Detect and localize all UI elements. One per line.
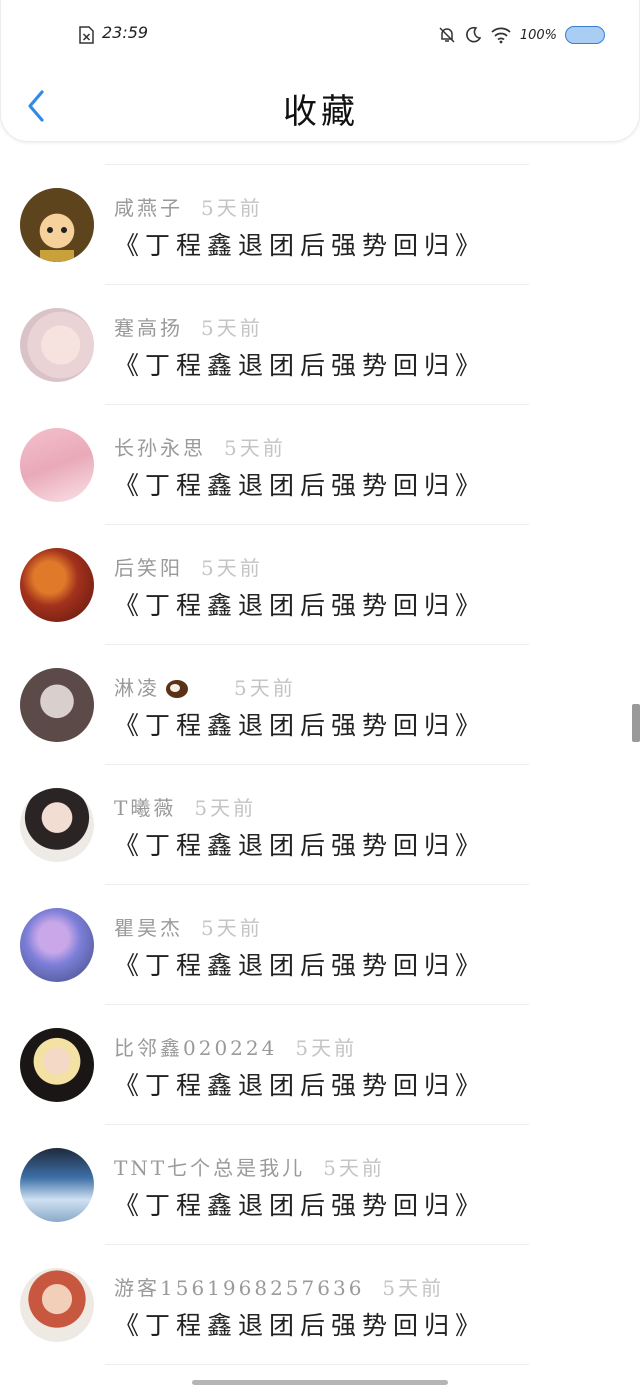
post-time: 5天前 [201, 316, 263, 340]
scrollbar-thumb[interactable] [632, 704, 640, 742]
avatar[interactable] [20, 668, 94, 742]
list-item[interactable]: 蹇高扬 5天前 《丁程鑫退团后强势回归》 [0, 284, 640, 404]
item-meta: 咸燕子 5天前 [114, 192, 263, 221]
item-title: 《丁程鑫退团后强势回归》 [114, 471, 487, 500]
item-meta: 长孙永思 5天前 [114, 432, 286, 461]
item-meta: 瞿昊杰 5天前 [114, 912, 263, 941]
status-bar: 23:59 100% [1, 0, 640, 70]
wifi-icon [490, 26, 512, 44]
item-title: 《丁程鑫退团后强势回归》 [114, 1191, 487, 1220]
nav-bar: 收藏 [1, 70, 640, 142]
divider [105, 164, 529, 165]
item-title: 《丁程鑫退团后强势回归》 [114, 711, 487, 740]
moon-icon [464, 26, 482, 44]
list-item[interactable]: 游客1561968257636 5天前 《丁程鑫退团后强势回归》 [0, 1244, 640, 1364]
list-item[interactable]: T曦薇 5天前 《丁程鑫退团后强势回归》 [0, 764, 640, 884]
avatar[interactable] [20, 188, 94, 262]
item-meta: 后笑阳 5天前 [114, 552, 263, 581]
list-item[interactable]: 后笑阳 5天前 《丁程鑫退团后强势回归》 [0, 524, 640, 644]
page-title: 收藏 [283, 92, 359, 132]
post-time: 5天前 [295, 1036, 358, 1060]
user-name: 游客1561968257636 [114, 1276, 365, 1300]
avatar[interactable] [20, 1268, 94, 1342]
user-name: 后笑阳 [114, 556, 183, 580]
list-item[interactable]: 淋凌 5天前 《丁程鑫退团后强势回归》 [0, 644, 640, 764]
user-name: T曦薇 [114, 796, 177, 820]
avatar[interactable] [20, 548, 94, 622]
post-time: 5天前 [224, 436, 286, 460]
post-time: 5天前 [201, 556, 263, 580]
avatar[interactable] [20, 428, 94, 502]
item-meta: T曦薇 5天前 [114, 792, 256, 821]
user-name: 淋凌 [114, 676, 160, 700]
avatar[interactable] [20, 788, 94, 862]
divider [105, 1244, 529, 1245]
list-item[interactable]: 瞿昊杰 5天前 《丁程鑫退团后强势回归》 [0, 884, 640, 1004]
item-meta: 比邻鑫020224 5天前 [114, 1032, 357, 1061]
divider [105, 1364, 529, 1365]
user-name: 长孙永思 [114, 436, 206, 460]
divider [105, 524, 529, 525]
favorites-list: 咸燕子 5天前 《丁程鑫退团后强势回归》 蹇高扬 5天前 《丁程鑫退团后强势回归》 … [0, 164, 640, 1384]
avatar[interactable] [20, 1148, 94, 1222]
item-meta: 游客1561968257636 5天前 [114, 1272, 444, 1301]
list-item[interactable]: TNT七个总是我儿 5天前 《丁程鑫退团后强势回归》 [0, 1124, 640, 1244]
item-title: 《丁程鑫退团后强势回归》 [114, 1311, 487, 1340]
divider [105, 884, 529, 885]
user-name: TNT七个总是我儿 [114, 1156, 306, 1180]
item-title: 《丁程鑫退团后强势回归》 [114, 951, 487, 980]
avatar[interactable] [20, 1028, 94, 1102]
item-meta: TNT七个总是我儿 5天前 [114, 1152, 385, 1181]
list-item[interactable]: 咸燕子 5天前 《丁程鑫退团后强势回归》 [0, 164, 640, 284]
post-time: 5天前 [201, 916, 263, 940]
avatar[interactable] [20, 908, 94, 982]
item-title: 《丁程鑫退团后强势回归》 [114, 1071, 487, 1100]
status-icons: 100% [430, 24, 605, 46]
status-time: 23:59 [102, 23, 149, 42]
battery-icon [565, 26, 605, 44]
coconut-icon [166, 680, 188, 698]
divider [105, 644, 529, 645]
item-meta: 蹇高扬 5天前 [114, 312, 263, 341]
post-time: 5天前 [323, 1156, 385, 1180]
item-title: 《丁程鑫退团后强势回归》 [114, 831, 487, 860]
user-name: 瞿昊杰 [114, 916, 183, 940]
battery-percent: 100% [519, 27, 557, 43]
post-time: 5天前 [382, 1276, 445, 1300]
post-time: 5天前 [194, 796, 257, 820]
avatar[interactable] [20, 308, 94, 382]
mute-bell-icon [438, 26, 456, 44]
user-name: 蹇高扬 [114, 316, 183, 340]
user-name: 咸燕子 [114, 196, 183, 220]
item-title: 《丁程鑫退团后强势回归》 [114, 351, 487, 380]
post-time: 5天前 [201, 196, 263, 220]
item-title: 《丁程鑫退团后强势回归》 [114, 231, 487, 260]
item-meta: 淋凌 5天前 [114, 672, 296, 701]
list-item[interactable]: 比邻鑫020224 5天前 《丁程鑫退团后强势回归》 [0, 1004, 640, 1124]
divider [105, 1124, 529, 1125]
home-indicator[interactable] [192, 1380, 448, 1385]
divider [105, 404, 529, 405]
post-time: 5天前 [234, 676, 296, 700]
file-blocked-icon [79, 26, 94, 44]
divider [105, 764, 529, 765]
app-header: 23:59 100% 收藏 [0, 0, 640, 142]
user-name: 比邻鑫020224 [114, 1036, 278, 1060]
list-item[interactable]: 长孙永思 5天前 《丁程鑫退团后强势回归》 [0, 404, 640, 524]
divider [105, 1004, 529, 1005]
item-title: 《丁程鑫退团后强势回归》 [114, 591, 487, 620]
divider [105, 284, 529, 285]
